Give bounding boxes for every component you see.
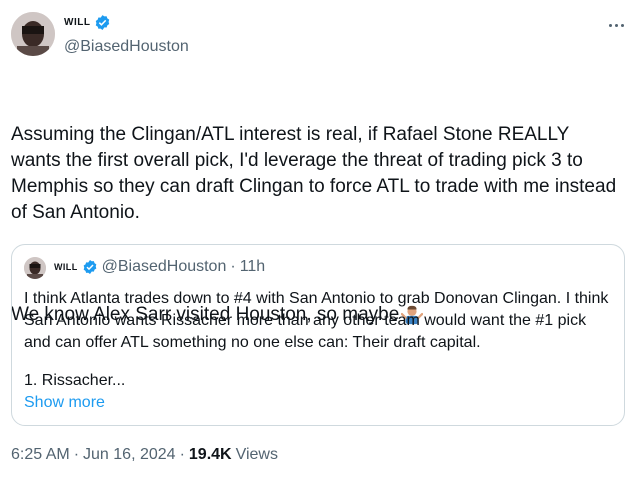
quoted-time[interactable]: 11h xyxy=(240,258,266,276)
tweet-card: WILL @BiasedHouston Assuming the Clingan… xyxy=(0,0,640,488)
tweet-text-paragraph-1: Assuming the Clingan/ATL interest is rea… xyxy=(11,124,622,223)
tweet-meta: 6:25 AM · Jun 16, 2024 · 19.4K Views xyxy=(11,446,278,464)
quoted-avatar-image xyxy=(24,257,46,279)
views-label: Views xyxy=(235,446,278,463)
quoted-separator: · xyxy=(230,258,236,275)
quoted-avatar[interactable] xyxy=(24,257,46,279)
tweet-time[interactable]: 6:25 AM xyxy=(11,446,70,464)
more-options-icon[interactable] xyxy=(605,14,627,36)
quoted-list-preview: 1. Rissacher... xyxy=(24,372,126,389)
quoted-tweet[interactable]: WILL @BiasedHouston · 11h I think Atlant… xyxy=(11,244,625,426)
avatar-image xyxy=(11,12,55,56)
quoted-text: I think Atlanta trades down to #4 with S… xyxy=(24,290,609,351)
author-name-row: WILL xyxy=(64,14,111,31)
author-handle[interactable]: @BiasedHouston xyxy=(64,38,189,56)
quoted-handle: @BiasedHouston xyxy=(101,258,227,275)
author-display-name[interactable]: WILL xyxy=(64,17,90,28)
meta-separator-1: · xyxy=(73,446,80,463)
quoted-verified-badge-icon xyxy=(83,260,96,274)
quoted-header: WILL @BiasedHouston · 11h xyxy=(54,258,265,276)
meta-separator-2: · xyxy=(179,446,185,463)
avatar[interactable] xyxy=(11,12,55,56)
show-more-link[interactable]: Show more xyxy=(24,394,105,412)
verified-badge-icon xyxy=(96,15,110,30)
views-count[interactable]: 19.4K xyxy=(189,446,232,464)
quoted-display-name: WILL xyxy=(54,262,78,272)
tweet-date[interactable]: Jun 16, 2024 xyxy=(83,446,176,464)
tweet-header: WILL @BiasedHouston xyxy=(11,12,629,62)
